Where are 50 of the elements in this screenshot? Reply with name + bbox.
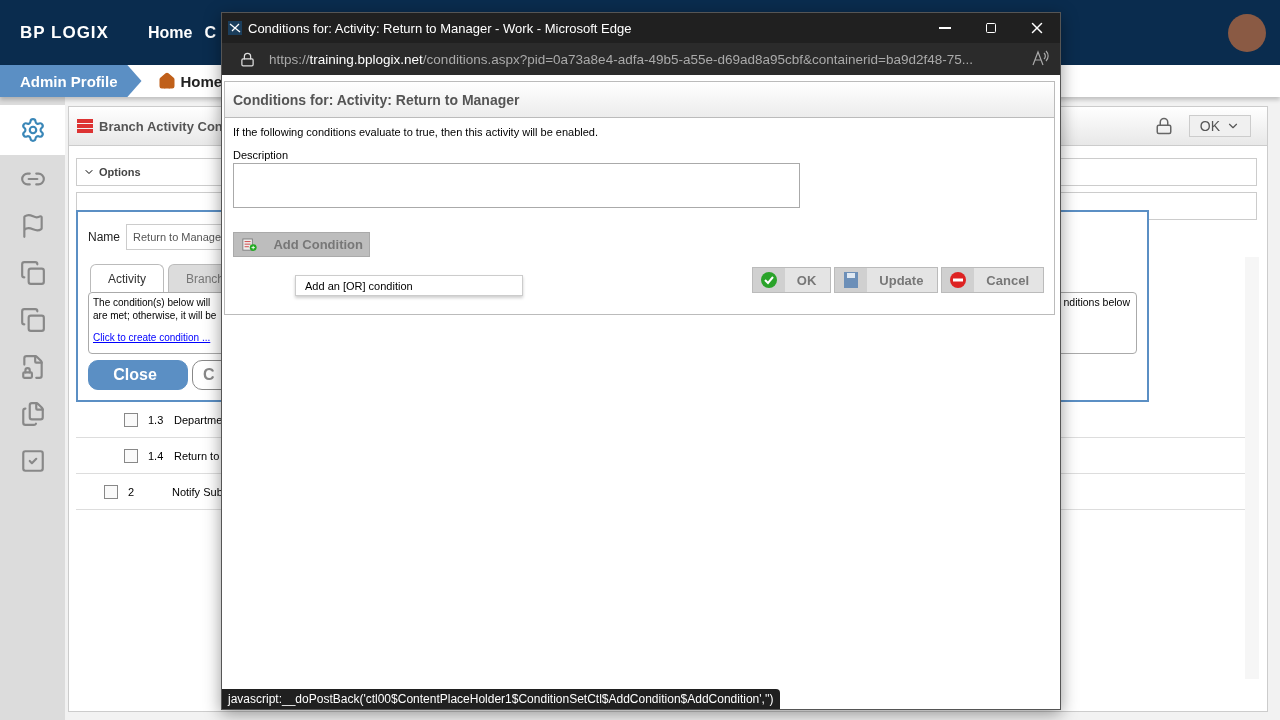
section-label: Options: [99, 166, 141, 178]
copy-icon: [19, 306, 46, 333]
lock-icon: [240, 51, 255, 67]
nav-link[interactable]: C: [204, 23, 216, 42]
nav-link[interactable]: Home: [148, 23, 193, 42]
editor-button[interactable]: Close: [88, 360, 188, 390]
description-field[interactable]: [233, 163, 800, 208]
condition-text: The condition(s) below will: [93, 296, 212, 309]
breadcrumb-link[interactable]: Admin Profile: [0, 65, 142, 97]
window-title: Conditions for: Activity: Return to Manager - Work - Microsoft Edge: [248, 20, 632, 36]
row-number: 1.3: [148, 413, 165, 426]
maximize-icon: [985, 22, 997, 34]
files-icon: [19, 400, 46, 427]
checkbox[interactable]: [124, 412, 138, 427]
copy-icon: [19, 259, 46, 286]
row-number: 1.4: [148, 449, 165, 462]
checkbox[interactable]: [124, 448, 138, 463]
condition-text: nditions below: [1063, 296, 1131, 310]
checkbox-icon: [19, 447, 46, 474]
check-circle-icon: [759, 271, 778, 289]
row-name: Return to: [174, 449, 220, 462]
vertical-scrollbar[interactable]: [1245, 257, 1259, 679]
gear-icon: [19, 117, 46, 143]
dialog-button[interactable]: Update: [834, 267, 939, 293]
field-label: Description: [233, 149, 290, 161]
list-add-icon: [242, 236, 258, 253]
breadcrumb-link[interactable]: Home: [157, 72, 223, 90]
avatar[interactable]: [1228, 13, 1266, 52]
status-link-preview: javascript:__doPostBack('ctl00$ContentPlaceHolder1$ConditionSetCtl$AddCondition$AddCondition',''): [222, 689, 780, 709]
ok-dropdown[interactable]: OK: [1188, 115, 1251, 137]
locked-file-icon: [19, 353, 46, 380]
minimize-icon: [939, 27, 951, 29]
no-entry-icon: [949, 271, 968, 289]
sidebar-item[interactable]: [0, 105, 65, 155]
tab[interactable]: Activity: [90, 264, 164, 292]
lock-icon: [1154, 117, 1173, 135]
field-label: Name: [88, 230, 120, 244]
house-icon: [157, 72, 176, 90]
server-icon: [77, 119, 93, 133]
dialog-button[interactable]: OK: [751, 267, 832, 293]
row-number: 2: [128, 485, 136, 498]
dialog-button[interactable]: Cancel: [941, 267, 1044, 293]
edge-logo-icon: [228, 21, 242, 35]
logo: BP LOGIX: [20, 22, 110, 43]
create-condition-link[interactable]: Click to create condition ...: [93, 332, 217, 343]
tooltip: Add an [OR] condition: [295, 275, 523, 296]
intro-text: If the following conditions evaluate to true, then this activity will be enabled.: [233, 126, 600, 138]
condition-text: are met; otherwise, it will be: [93, 309, 217, 322]
row-name: Departme: [174, 413, 223, 426]
checkbox[interactable]: [104, 484, 118, 499]
